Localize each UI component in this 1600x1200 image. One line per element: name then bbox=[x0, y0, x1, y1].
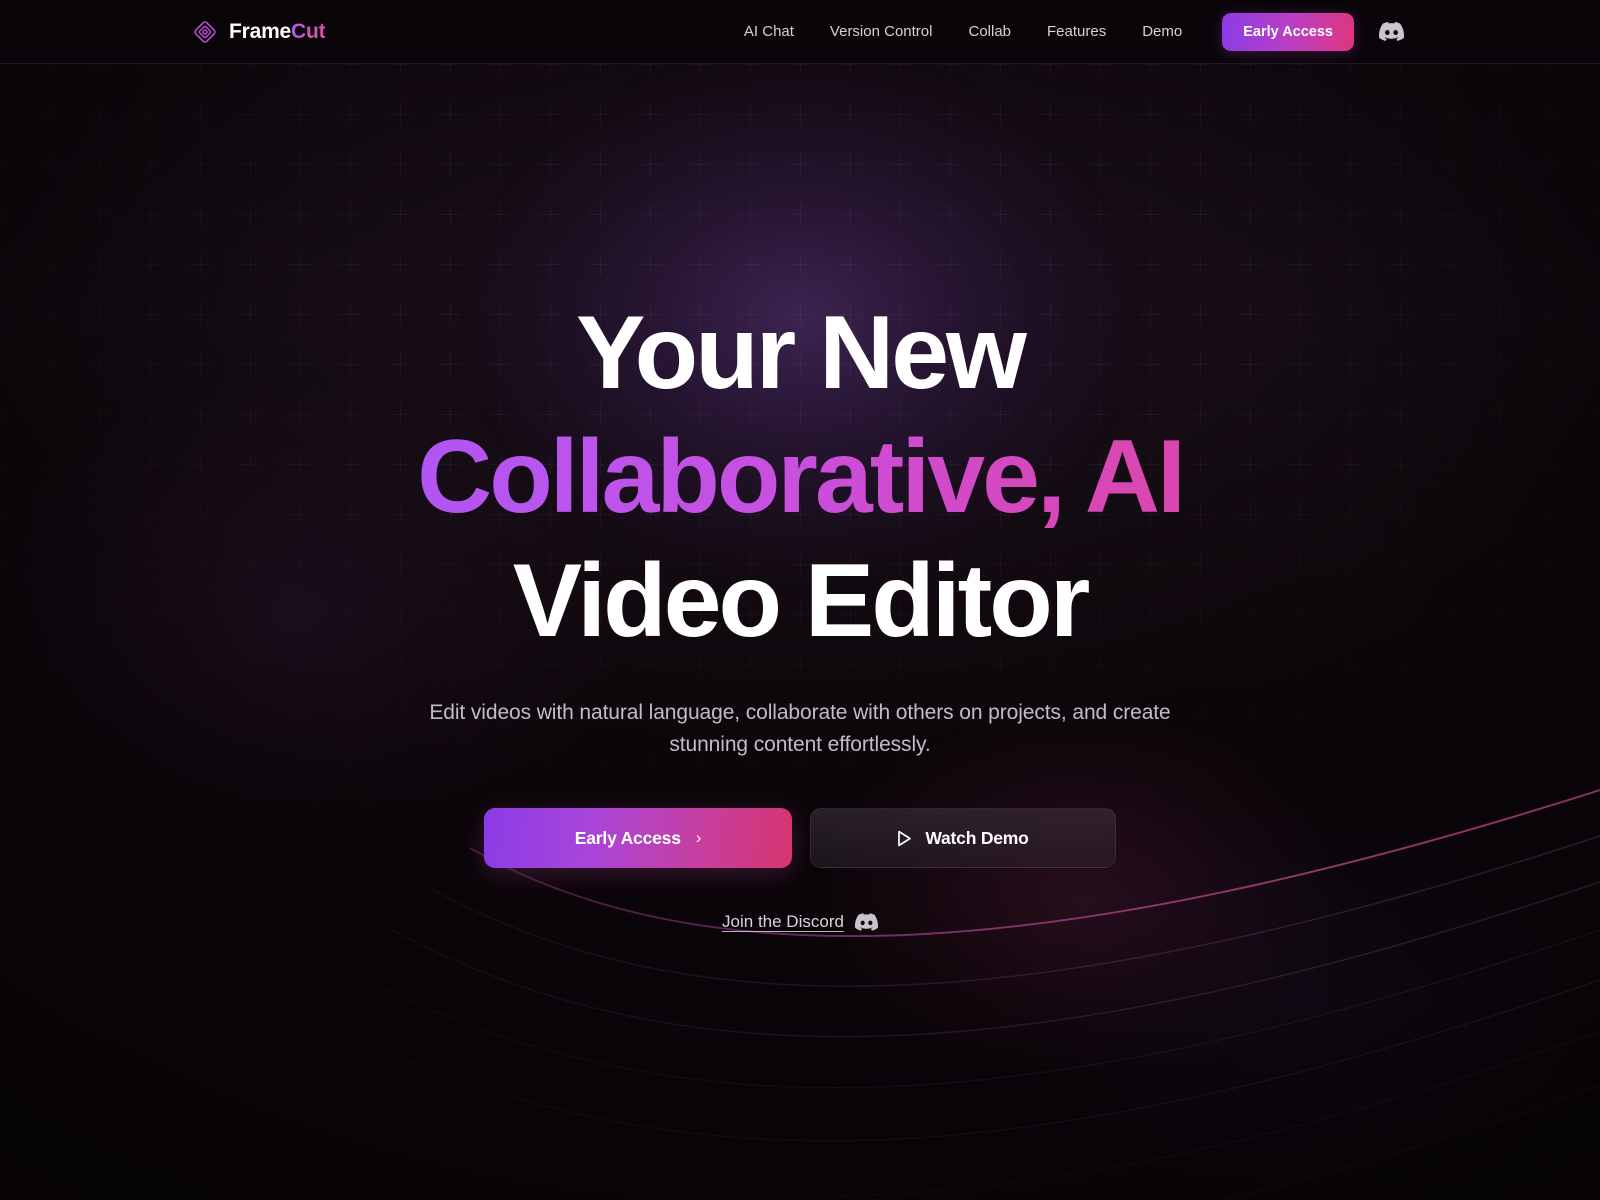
nav-early-access-button[interactable]: Early Access bbox=[1222, 12, 1354, 51]
discord-icon bbox=[854, 913, 878, 932]
nav-link-demo[interactable]: Demo bbox=[1124, 15, 1200, 48]
hero-watch-demo-button[interactable]: Watch Demo bbox=[810, 808, 1116, 869]
nav-link-version-control[interactable]: Version Control bbox=[812, 15, 951, 48]
diamond-logo-icon bbox=[194, 20, 216, 43]
nav-link-features[interactable]: Features bbox=[1029, 15, 1124, 48]
headline-line-2: Collaborative, AI bbox=[250, 416, 1350, 540]
landing-page: FrameCut AI Chat Version Control Collab … bbox=[0, 0, 1600, 1200]
hero-subtitle: Edit videos with natural language, colla… bbox=[429, 701, 1171, 756]
brand-name: FrameCut bbox=[229, 20, 326, 43]
hero-cta-row: Early Access › Watch Demo bbox=[484, 808, 1116, 869]
hero-early-access-label: Early Access bbox=[574, 827, 681, 848]
nav-link-collab[interactable]: Collab bbox=[950, 15, 1029, 48]
brand-name-part2: Cut bbox=[291, 20, 326, 43]
brand-name-part1: Frame bbox=[229, 20, 292, 43]
chevron-right-icon: › bbox=[695, 828, 702, 848]
site-header: FrameCut AI Chat Version Control Collab … bbox=[0, 0, 1600, 64]
headline-line-1: Your New bbox=[576, 295, 1027, 411]
hero-watch-demo-label: Watch Demo bbox=[925, 827, 1029, 848]
discord-icon bbox=[1378, 22, 1404, 41]
main-nav: AI Chat Version Control Collab Features … bbox=[726, 12, 1600, 51]
hero-discord-row[interactable]: Join the Discord bbox=[722, 912, 878, 932]
hero-headline: Your New Collaborative, AI Video Editor bbox=[250, 292, 1350, 663]
nav-link-ai-chat[interactable]: AI Chat bbox=[726, 15, 812, 48]
nav-discord-link[interactable] bbox=[1378, 22, 1404, 42]
brand-logo[interactable]: FrameCut bbox=[193, 20, 326, 44]
play-icon bbox=[898, 830, 912, 846]
join-discord-link[interactable]: Join the Discord bbox=[722, 912, 844, 932]
headline-line-3: Video Editor bbox=[512, 542, 1091, 659]
hero-early-access-button[interactable]: Early Access › bbox=[484, 808, 792, 869]
